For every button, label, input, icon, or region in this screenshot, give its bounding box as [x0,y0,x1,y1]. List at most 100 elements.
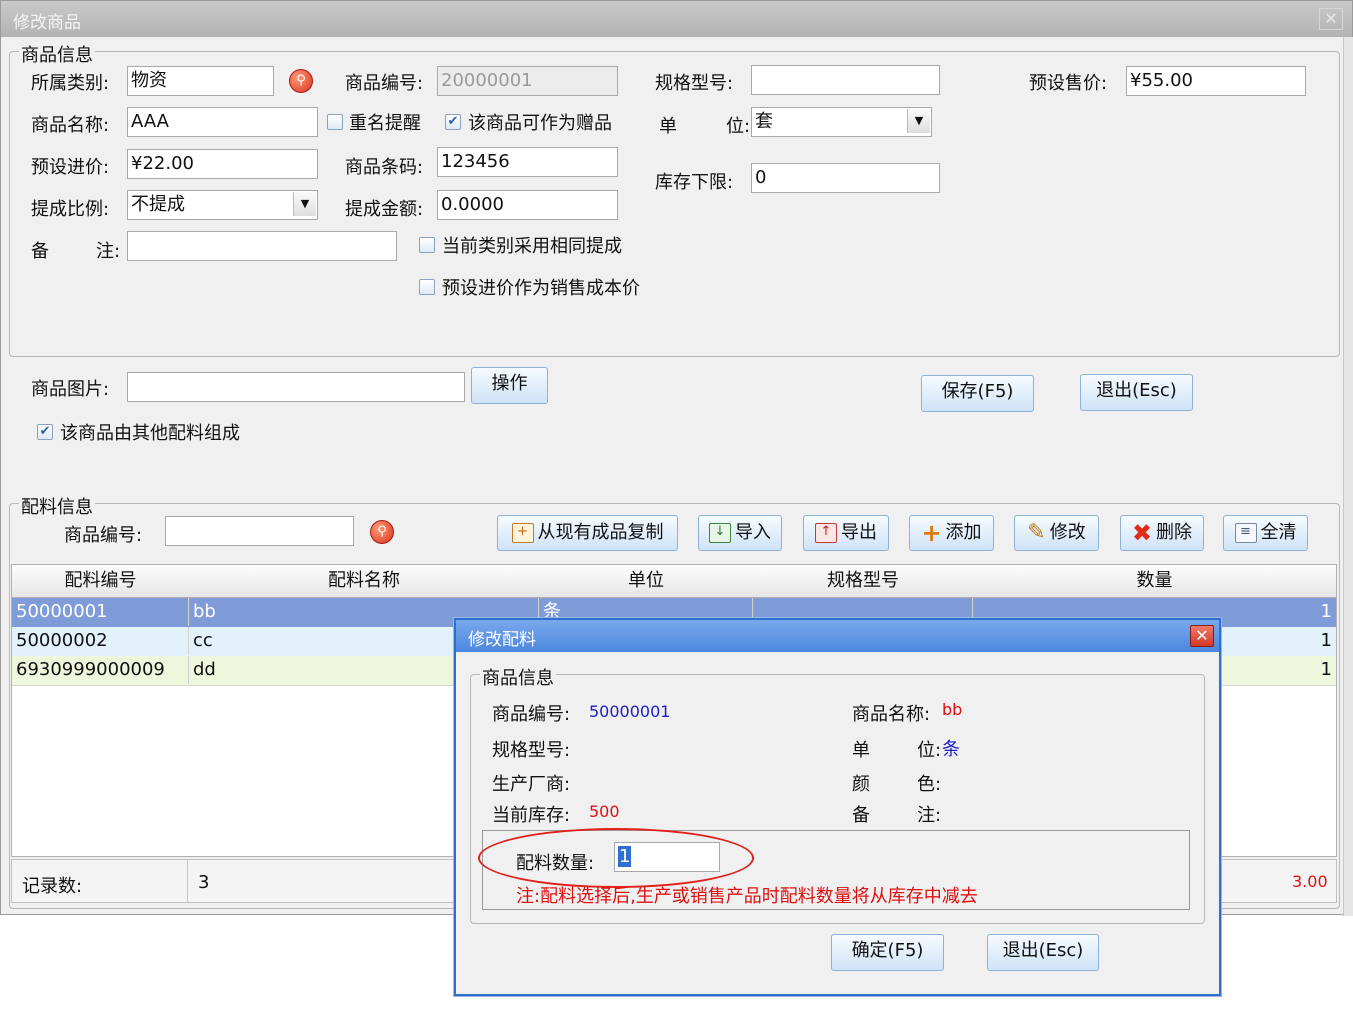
stock-min-label: 库存下限: [655,172,734,193]
highlight-ellipse [478,828,754,888]
ingredient-info-title: 配料信息 [19,493,95,519]
stock-min-input[interactable]: 0 [751,163,940,193]
sale-price-input[interactable]: ¥55.00 [1126,66,1306,96]
dialog-name-value: bb [942,700,963,719]
remark-label-right: 注: [96,241,121,262]
edit-button[interactable]: ✎ 修改 [1014,515,1099,551]
plus-box-icon: + [511,523,534,543]
same-commission-checkbox[interactable] [419,237,435,253]
save-button[interactable]: 保存(F5) [921,375,1034,412]
column-header-name[interactable]: 配料名称 [189,565,540,598]
plus-icon: + [921,519,942,547]
dialog-title: 修改配料 [468,630,536,650]
clear-all-button[interactable]: ≡ 全清 [1223,515,1308,551]
dialog-unit-label-left: 单 [852,740,870,761]
import-icon: ↓ [709,523,731,543]
same-commission-label: 当前类别采用相同提成 [442,236,622,257]
delete-button[interactable]: ✖ 删除 [1120,515,1204,551]
composed-label: 该商品由其他配料组成 [60,423,240,444]
clear-all-label: 全清 [1260,522,1297,543]
dialog-code-label: 商品编号: [492,704,571,725]
dialog-color-label-right: 色: [917,774,942,795]
import-button[interactable]: ↓ 导入 [698,515,782,551]
ingredient-code-input[interactable] [165,516,354,546]
sale-price-label: 预设售价: [1029,73,1108,94]
dialog-info-title: 商品信息 [480,664,556,690]
add-button[interactable]: + 添加 [909,515,994,551]
ingredient-search-icon[interactable]: ⚲ [370,520,394,544]
dialog-spec-label: 规格型号: [492,740,571,761]
copy-from-product-button[interactable]: + 从现有成品复制 [497,515,678,551]
purchase-price-input[interactable]: ¥22.00 [127,149,318,179]
column-header-spec[interactable]: 规格型号 [753,565,974,598]
dialog-remark-label-right: 注: [917,805,942,826]
cell-code: 50000002 [12,627,189,655]
exit-button[interactable]: 退出(Esc) [1080,374,1193,411]
dialog-remark-label-left: 备 [852,805,870,826]
dialog-code-value: 50000001 [589,702,671,721]
commission-amount-label: 提成金额: [345,199,424,220]
cell-code: 50000001 [12,598,189,626]
window-titlebar[interactable]: 修改商品 ✕ [1,1,1352,37]
gift-checkbox[interactable]: ✔ [445,114,461,130]
commission-ratio-label: 提成比例: [31,199,110,220]
purchase-price-label: 预设进价: [31,157,110,178]
dialog-maker-label: 生产厂商: [492,774,571,795]
dialog-name-label: 商品名称: [852,704,931,725]
record-count-value: 3 [198,872,210,893]
export-label: 导出 [841,522,877,543]
unit-label-left: 单 [659,116,677,137]
image-operate-button[interactable]: 操作 [471,367,548,404]
gift-label: 该商品可作为赠品 [468,113,612,134]
dialog-stock-value: 500 [589,802,620,821]
wrench-icon: ✎ [1027,520,1046,545]
record-count-label: 记录数: [22,876,83,897]
cost-price-checkbox[interactable] [419,279,435,295]
dialog-close-icon[interactable]: ✕ [1190,625,1214,647]
spec-input[interactable] [751,65,940,95]
dialog-color-label-left: 颜 [852,774,870,795]
unit-label-right: 位: [726,116,751,137]
background-window-edge [1343,37,1353,916]
delete-label: 删除 [1156,522,1193,543]
product-image-input[interactable] [127,372,465,402]
dialog-ok-button[interactable]: 确定(F5) [831,934,944,971]
barcode-input[interactable]: 123456 [437,147,618,177]
duplicate-name-checkbox[interactable] [327,114,343,130]
edit-ingredient-dialog: 修改配料 ✕ 商品信息 商品编号: 50000001 商品名称: bb 规格型号… [454,618,1221,996]
dialog-exit-button[interactable]: 退出(Esc) [987,934,1099,971]
commission-dropdown-icon[interactable]: ▼ [293,192,316,216]
barcode-label: 商品条码: [345,157,424,178]
product-code-input: 20000001 [437,66,618,96]
window-close-icon[interactable]: ✕ [1319,8,1343,30]
import-label: 导入 [735,522,771,543]
total-qty-value: 3.00 [1292,872,1328,891]
column-header-qty[interactable]: 数量 [973,565,1336,598]
category-input[interactable]: 物资 [127,66,274,96]
column-header-code[interactable]: 配料编号 [12,565,190,598]
unit-select[interactable]: 套 ▼ [751,107,932,137]
unit-select-value: 套 [755,111,773,132]
copy-from-product-label: 从现有成品复制 [537,522,664,543]
unit-dropdown-icon[interactable]: ▼ [907,109,930,133]
dialog-unit-label-right: 位: [917,740,942,761]
commission-amount-input[interactable]: 0.0000 [437,190,618,220]
category-search-icon[interactable]: ⚲ [289,69,313,93]
export-button[interactable]: ↑ 导出 [803,515,889,551]
edit-label: 修改 [1049,522,1086,543]
commission-ratio-select[interactable]: 不提成 ▼ [127,190,318,220]
add-label: 添加 [945,522,982,543]
composed-checkbox[interactable]: ✔ [37,424,53,440]
window-title: 修改商品 [13,13,81,33]
column-header-unit[interactable]: 单位 [539,565,754,598]
product-info-title: 商品信息 [19,41,95,67]
remark-label-left: 备 [31,241,49,262]
ingredient-code-label: 商品编号: [64,525,143,546]
product-image-label: 商品图片: [31,379,110,400]
cell-code: 6930999000009 [12,656,189,684]
dialog-titlebar[interactable]: 修改配料 ✕ [456,620,1219,652]
product-name-input[interactable]: AAA [127,107,318,137]
clear-doc-icon: ≡ [1234,523,1257,543]
delete-x-icon: ✖ [1131,519,1153,547]
remark-input[interactable] [127,231,397,261]
